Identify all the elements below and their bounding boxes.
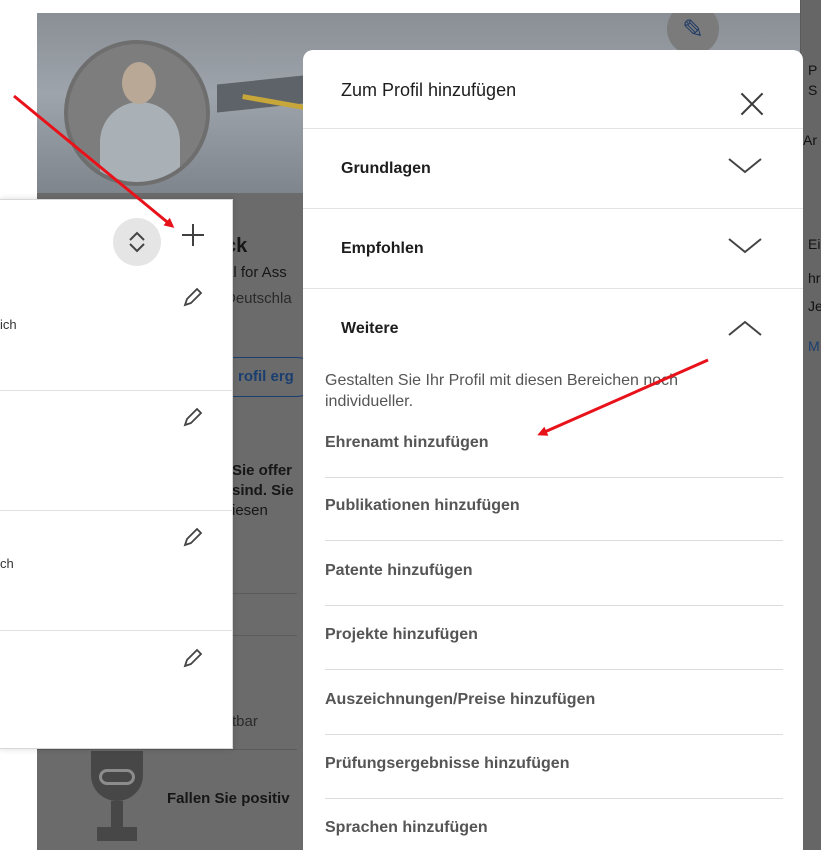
- entry-text-partial: ich: [0, 317, 17, 332]
- open-to-work-line-2: sind. Sie: [232, 482, 294, 499]
- right-edge-text: Ei: [808, 236, 821, 252]
- right-edge-text: M: [808, 338, 820, 354]
- profile-location-partial: Deutschla: [225, 290, 292, 307]
- edit-pencil-icon[interactable]: [181, 648, 203, 670]
- modal-title: Zum Profil hinzufügen: [341, 80, 517, 100]
- add-test-scores-link[interactable]: Prüfungsergebnisse hinzufügen: [325, 735, 783, 799]
- section-label: Weitere: [341, 320, 399, 337]
- visibility-text-partial: tbar: [232, 713, 258, 730]
- add-publications-link[interactable]: Publikationen hinzufügen: [325, 477, 783, 541]
- modal-divider: [303, 288, 803, 289]
- card-divider: [0, 510, 233, 511]
- right-edge-text: hr: [808, 270, 821, 286]
- profile-headline-partial: al for Ass: [225, 264, 287, 281]
- modal-divider: [303, 208, 803, 209]
- right-edge-text: Ar: [803, 132, 817, 148]
- bg-divider: [37, 749, 297, 750]
- item-label: Projekte hinzufügen: [325, 626, 478, 643]
- section-label: Empfohlen: [341, 240, 424, 257]
- chevron-up-icon: [728, 320, 762, 336]
- card-divider: [0, 390, 233, 391]
- reorder-arrows-icon: [129, 231, 145, 253]
- add-languages-link[interactable]: Sprachen hinzufügen: [325, 799, 783, 850]
- section-grundlagen[interactable]: Grundlagen: [303, 130, 803, 210]
- card-divider: [0, 630, 233, 631]
- positive-feedback-text-partial: Fallen Sie positiv: [167, 790, 290, 807]
- edit-pencil-icon[interactable]: [181, 527, 203, 549]
- open-to-work-line-1: Sie offer: [232, 462, 293, 479]
- section-empfohlen[interactable]: Empfohlen: [303, 210, 803, 290]
- add-plus-icon[interactable]: [178, 220, 208, 250]
- profile-avatar: [64, 40, 210, 186]
- add-volunteering-link[interactable]: Ehrenamt hinzufügen: [325, 414, 783, 478]
- item-label: Publikationen hinzufügen: [325, 497, 520, 514]
- add-patents-link[interactable]: Patente hinzufügen: [325, 542, 783, 606]
- right-edge-text: Je: [808, 298, 821, 314]
- chevron-down-icon: [728, 238, 762, 254]
- right-edge-text: P: [808, 62, 818, 78]
- add-projects-link[interactable]: Projekte hinzufügen: [325, 606, 783, 670]
- chevron-down-icon: [728, 158, 762, 174]
- close-icon[interactable]: [738, 90, 766, 118]
- add-profile-section-label: rofil erg: [238, 368, 294, 385]
- right-edge-text: S: [808, 82, 818, 98]
- reorder-button[interactable]: [113, 218, 161, 266]
- item-label: Ehrenamt hinzufügen: [325, 434, 489, 451]
- trophy-icon: [87, 751, 147, 841]
- item-label: Patente hinzufügen: [325, 562, 473, 579]
- add-awards-link[interactable]: Auszeichnungen/Preise hinzufügen: [325, 671, 783, 735]
- edit-pencil-icon[interactable]: [181, 407, 203, 429]
- right-edge-panel: P S Ar Ei hr Je M: [800, 0, 821, 850]
- item-label: Sprachen hinzufügen: [325, 819, 488, 836]
- add-to-profile-modal: Zum Profil hinzufügen Grundlagen Empfohl…: [303, 50, 803, 850]
- section-intro-text: Gestalten Sie Ihr Profil mit diesen Bere…: [325, 372, 679, 410]
- left-floating-card: ich ch: [0, 199, 233, 749]
- item-label: Auszeichnungen/Preise hinzufügen: [325, 691, 596, 708]
- open-to-work-line-3: iesen: [232, 502, 268, 519]
- edit-pencil-icon[interactable]: [181, 287, 203, 309]
- item-label: Prüfungsergebnisse hinzufügen: [325, 755, 570, 772]
- section-label: Grundlagen: [341, 160, 431, 177]
- modal-divider: [303, 128, 803, 129]
- section-weitere[interactable]: Weitere: [303, 290, 803, 370]
- entry-text-partial: ch: [0, 556, 14, 571]
